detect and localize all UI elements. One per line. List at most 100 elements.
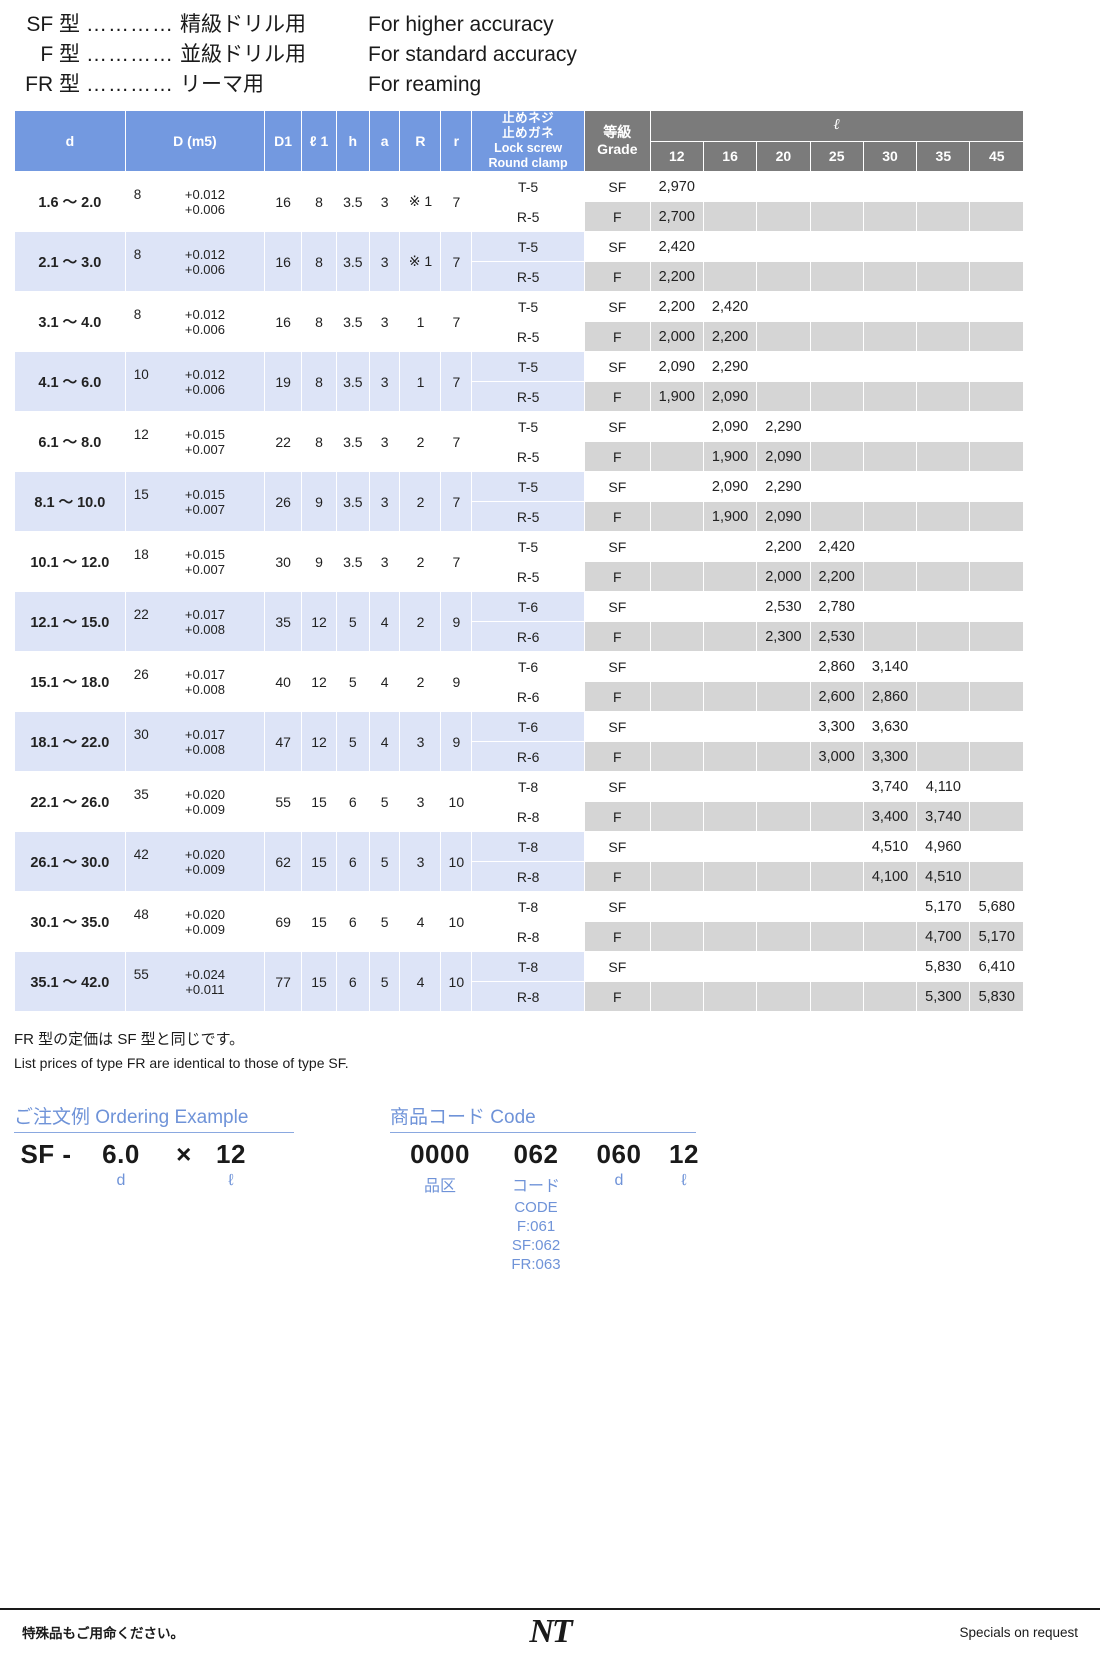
table-row: 3.1 〜 4.0 8 +0.012 +0.006 16 8 3.5 3 1 7 T-5 SF 2,20… [14, 291, 1024, 352]
cell-round-clamp: R-5 [471, 501, 585, 532]
cell-l1: 15 [301, 951, 337, 1012]
ordering-label-blank [14, 1172, 78, 1190]
cell-l1: 12 [301, 591, 337, 652]
table-row: 10.1 〜 12.0 18 +0.015 +0.007 30 9 3.5 3 2 7 T-5 SF 2… [14, 531, 1024, 592]
cell-price: 2,600 [809, 681, 864, 712]
col-header-length-20: 20 [756, 140, 811, 172]
cell-price [649, 921, 704, 952]
cell-price [969, 651, 1024, 682]
product-code-digits: 0000 062 060 12 [390, 1133, 712, 1170]
cell-price [969, 831, 1024, 862]
cell-r: 9 [440, 651, 473, 712]
cell-D-nominal: 30 [133, 726, 149, 742]
cell-price [809, 261, 864, 292]
code-part-code: 062 [513, 1139, 559, 1169]
cell-price [809, 951, 864, 982]
cell-D1: 47 [264, 711, 303, 772]
cell-price [809, 831, 864, 862]
cell-price [756, 681, 811, 712]
cell-price [649, 861, 704, 892]
cell-D-tol-upper: +0.017 [184, 666, 225, 682]
note-japanese: FR 型の定価は SF 型と同じです。 [14, 1031, 245, 1048]
nt-logo-text: NT [529, 1613, 572, 1650]
cell-R: 4 [399, 891, 442, 952]
cell-price [862, 591, 918, 622]
cell-price: 4,700 [916, 921, 971, 952]
cell-price: 3,400 [862, 801, 918, 832]
cell-l1: 8 [301, 231, 337, 292]
col-header-length-35: 35 [916, 140, 971, 172]
cell-D-tolerance: 10 +0.012 +0.006 [124, 351, 266, 412]
cell-price [702, 771, 758, 802]
cell-price: 3,300 [809, 711, 864, 742]
col-header-length-16: 16 [702, 140, 758, 172]
cell-grade: SF [584, 591, 651, 622]
cell-price: 2,090 [756, 441, 811, 472]
cell-lock-screw: T-5 [471, 471, 585, 502]
cell-price: 2,970 [649, 171, 704, 202]
cell-price [916, 411, 971, 442]
ordering-example-title: ご注文例 Ordering Example [14, 1107, 249, 1128]
cell-price: 2,000 [756, 561, 811, 592]
legend-type: FR 型 [25, 73, 80, 96]
cell-D-nominal: 8 [133, 246, 142, 262]
cell-a: 4 [368, 651, 401, 712]
cell-R: 4 [399, 951, 442, 1012]
cell-price [969, 351, 1024, 382]
cell-price [809, 351, 864, 382]
cell-price: 5,830 [969, 981, 1024, 1012]
cell-price: 5,680 [969, 891, 1024, 922]
table-body: 1.6 〜 2.0 8 +0.012 +0.006 16 8 3.5 3 ※ 1 7 T-5 SF 2,… [14, 171, 1024, 1012]
cell-price [916, 621, 971, 652]
cell-a: 5 [368, 891, 401, 952]
cell-a: 5 [368, 831, 401, 892]
cell-D-nominal: 22 [133, 606, 149, 622]
cell-price: 3,140 [862, 651, 918, 682]
cell-price [969, 471, 1024, 502]
cell-price [809, 201, 864, 232]
cell-price: 1,900 [702, 441, 758, 472]
cell-D-nominal: 10 [133, 366, 149, 382]
cell-D1: 22 [264, 411, 303, 472]
cell-r: 9 [440, 711, 473, 772]
cell-grade: SF [584, 351, 651, 382]
cell-r: 10 [440, 951, 473, 1012]
cell-d-cell: 8.1 〜 10.0 [14, 471, 126, 532]
cell-price [809, 891, 864, 922]
cell-a: 4 [368, 591, 401, 652]
cell-price [916, 651, 971, 682]
cell-D-tolerance: 42 +0.020 +0.009 [124, 831, 266, 892]
cell-D-nominal: 8 [133, 306, 142, 322]
cell-grade: SF [584, 291, 651, 322]
cell-price: 4,110 [916, 771, 971, 802]
cell-price: 2,290 [702, 351, 758, 382]
cell-D-tolerance: 8 +0.012 +0.006 [124, 171, 266, 232]
cell-price [862, 381, 918, 412]
table-row: 1.6 〜 2.0 8 +0.012 +0.006 16 8 3.5 3 ※ 1 7 T-5 SF 2,… [14, 171, 1024, 232]
legend-row: FR 型 ………… リーマ用 For reaming [18, 70, 1100, 100]
cell-price [756, 651, 811, 682]
cell-price [862, 201, 918, 232]
cell-a: 3 [368, 291, 401, 352]
cell-price: 3,000 [809, 741, 864, 772]
cell-price [649, 951, 704, 982]
cell-price: 4,510 [916, 861, 971, 892]
code-sub-line: FR:063 [511, 1256, 561, 1273]
cell-price: 1,900 [702, 501, 758, 532]
table-row: 35.1 〜 42.0 55 +0.024 +0.011 77 15 6 5 4 10 T-8 SF 5… [14, 951, 1024, 1012]
cell-R: 2 [399, 411, 442, 472]
cell-D-tol-lower: +0.008 [184, 741, 225, 757]
cell-lock-screw: T-5 [471, 411, 585, 442]
cell-l1: 12 [301, 711, 337, 772]
cell-price [969, 621, 1024, 652]
cell-price [649, 981, 704, 1012]
cell-price [862, 561, 918, 592]
cell-grade: F [584, 321, 651, 352]
cell-D-nominal: 12 [133, 426, 149, 442]
cell-price: 3,300 [862, 741, 918, 772]
cell-price [916, 321, 971, 352]
product-code-block: 商品コード Code 0000 062 060 12 品区 コード d ℓ CO… [390, 1102, 712, 1274]
cell-price: 3,740 [916, 801, 971, 832]
notes-block: FR 型の定価は SF 型と同じです。 List prices of type … [0, 1012, 1100, 1074]
cell-h: 3.5 [335, 531, 370, 592]
